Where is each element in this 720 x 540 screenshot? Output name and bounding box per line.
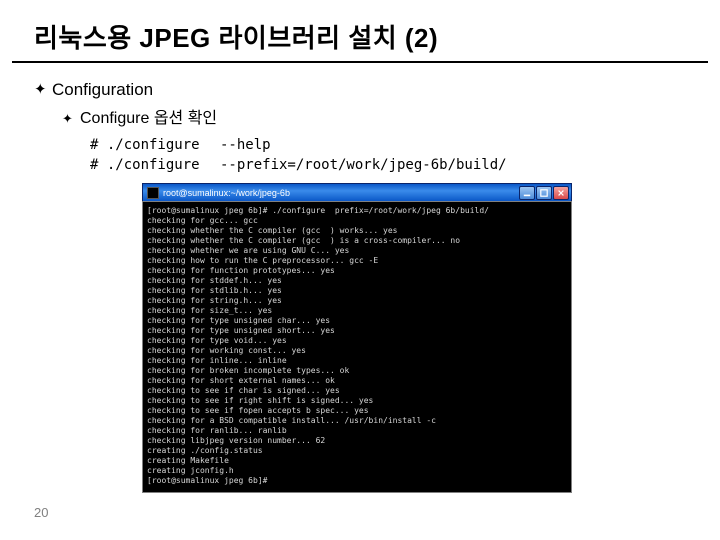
minimize-icon (523, 189, 531, 197)
content-area: ✦ Configuration ✦ Configure 옵션 확인 # ./co… (0, 63, 720, 493)
command-text: # ./configure (90, 155, 220, 175)
command-arg: --prefix=/root/work/jpeg-6b/build/ (220, 155, 507, 175)
close-button[interactable] (553, 186, 569, 200)
maximize-button[interactable] (536, 186, 552, 200)
command-text: # ./configure (90, 135, 220, 155)
bullet2-text: Configure 옵션 확인 (80, 109, 217, 129)
minimize-button[interactable] (519, 186, 535, 200)
command-block: # ./configure --help # ./configure --pre… (90, 135, 720, 175)
bullet1-text: Configuration (52, 79, 153, 101)
bullet-level1: ✦ Configuration (34, 79, 720, 101)
window-buttons (519, 186, 569, 200)
terminal-titlebar: root@sumalinux:~/work/jpeg-6b (142, 183, 572, 201)
terminal-title: root@sumalinux:~/work/jpeg-6b (163, 188, 290, 198)
command-row: # ./configure --prefix=/root/work/jpeg-6… (90, 155, 720, 175)
command-arg: --help (220, 135, 271, 155)
bullet-marker: ✦ (62, 109, 80, 129)
slide-title: 리눅스용 JPEG 라이브러리 설치 (2) (0, 0, 720, 61)
command-row: # ./configure --help (90, 135, 720, 155)
terminal-window: root@sumalinux:~/work/jpeg-6b [root@suma… (142, 183, 572, 493)
maximize-icon (540, 189, 548, 197)
bullet-level2: ✦ Configure 옵션 확인 (62, 109, 720, 129)
page-number: 20 (34, 505, 48, 520)
titlebar-left: root@sumalinux:~/work/jpeg-6b (147, 187, 290, 199)
bullet-marker: ✦ (34, 79, 52, 101)
terminal-body: [root@sumalinux jpeg 6b]# ./configure pr… (142, 201, 572, 493)
terminal-icon (147, 187, 159, 199)
close-icon (557, 189, 565, 197)
